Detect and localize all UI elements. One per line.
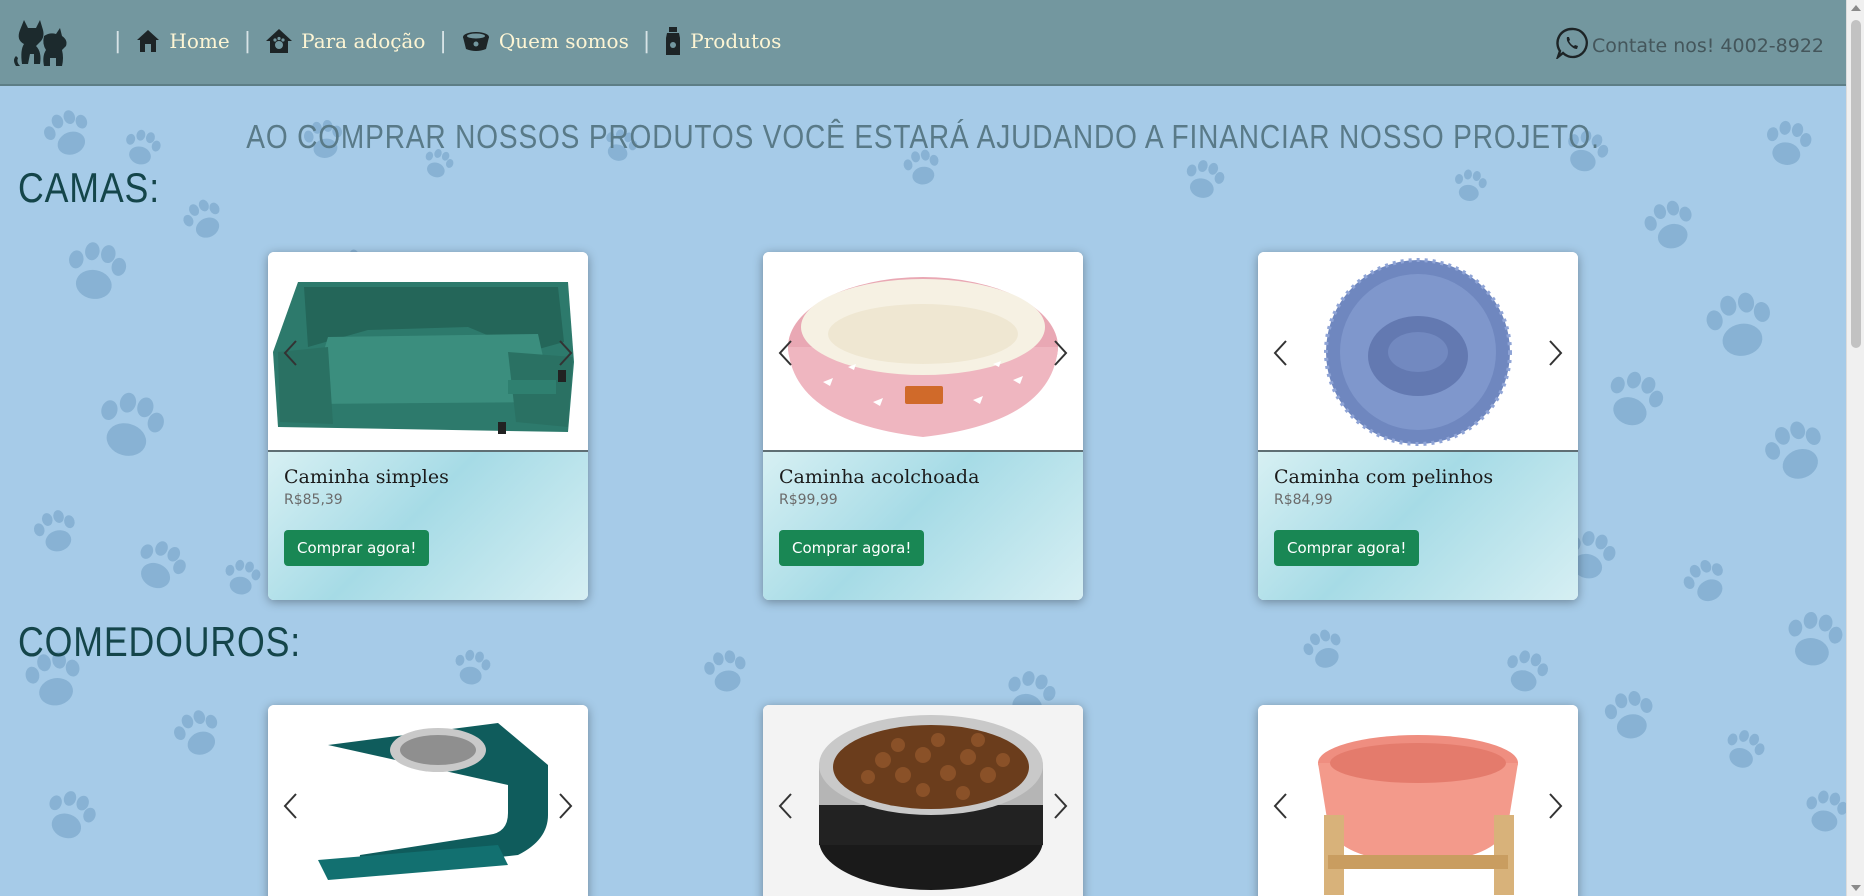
nav-item-home[interactable]: Home [135,28,230,54]
nav-item-produtos[interactable]: Produtos [664,26,781,56]
paw-print-icon [1767,120,1812,165]
buy-now-button[interactable]: Comprar agora! [1274,530,1420,566]
food-bowl-image [819,715,1043,890]
nav-item-para-adocao[interactable]: Para adoção [265,27,425,55]
paw-print-icon [69,242,127,299]
product-name: Caminha acolchoada [779,466,980,488]
carousel-prev-icon[interactable] [280,338,302,368]
product-price: R$84,99 [1274,492,1333,508]
nav-item-quem-somos[interactable]: Quem somos [461,29,629,53]
scroll-down-icon[interactable] [1851,885,1861,891]
product-card: Caminha simples R$85,39 Comprar agora! [268,252,588,600]
house-icon [135,28,161,54]
carousel-next-icon[interactable] [1049,338,1071,368]
paw-print-icon [1706,292,1770,356]
nav-separator: | [439,28,447,54]
product-carousel [268,252,588,452]
carousel-prev-icon[interactable] [1270,338,1292,368]
carousel-prev-icon[interactable] [775,791,797,821]
section-title-comedouros: COMEDOUROS: [18,618,302,665]
navbar: | Home | Para adoção | Quem somos | Prod… [0,0,1846,86]
paw-print-icon [44,110,88,155]
nav-item-label: Para adoção [301,29,426,53]
paw-print-icon [174,710,218,755]
green-stand-bowl-image [318,723,548,880]
card-body: Caminha acolchoada R$99,99 Comprar agora… [763,452,1083,600]
paw-print-icon [33,510,75,552]
nav-item-label: Quem somos [498,29,629,53]
buy-now-button[interactable]: Comprar agora! [284,530,430,566]
paw-print-icon [140,541,186,589]
product-carousel [268,705,588,896]
product-card [1258,705,1578,896]
product-price: R$99,99 [779,492,838,508]
contact-link[interactable]: Contate nos! 4002-8922 [1555,27,1824,64]
paw-print-icon [1604,690,1653,739]
paw-print-icon [1683,560,1723,602]
paw-print-icon [225,559,261,595]
buy-now-button[interactable]: Comprar agora! [779,530,925,566]
paw-print-icon [1186,160,1225,198]
page-scrollbar[interactable] [1846,0,1864,896]
carousel-prev-icon[interactable] [775,338,797,368]
card-body: Caminha simples R$85,39 Comprar agora! [268,452,588,600]
paw-print-icon [49,791,96,839]
nav-separator: | [243,28,252,54]
product-name: Caminha com pelinhos [1274,466,1494,488]
paw-print-icon [183,199,220,238]
nav-separator: | [114,28,122,54]
paw-print-icon [1455,169,1487,201]
paw-print-icon [1610,371,1664,426]
contact-text: Contate nos! 4002-8922 [1592,34,1824,57]
paw-print-icon [1806,790,1846,832]
scroll-thumb[interactable] [1851,20,1861,348]
nav-item-label: Produtos [690,29,782,53]
paw-print-icon [704,650,746,692]
product-price: R$85,39 [284,492,343,508]
product-carousel [1258,705,1578,896]
paw-print-icon [1727,730,1765,768]
paw-print-icon [1303,629,1341,668]
carousel-next-icon[interactable] [1544,791,1566,821]
carousel-next-icon[interactable] [1544,338,1566,368]
paw-print-icon [101,392,164,456]
scroll-up-icon[interactable] [1851,5,1861,11]
product-card: Caminha com pelinhos R$84,99 Comprar ago… [1258,252,1578,600]
bottle-icon [664,26,682,56]
nav-separator: | [642,28,651,54]
carousel-prev-icon[interactable] [280,791,302,821]
carousel-next-icon[interactable] [554,338,576,368]
card-body: Caminha com pelinhos R$84,99 Comprar ago… [1258,452,1578,600]
blue-fluffy-bed-image [1324,258,1512,446]
paw-print-icon [1765,421,1821,479]
product-carousel [763,252,1083,452]
pet-bowl-icon [461,29,491,53]
product-card [763,705,1083,896]
pink-bowl-wood-stand-image [1318,735,1518,895]
paw-print-icon [1507,650,1549,692]
carousel-prev-icon[interactable] [1270,791,1292,821]
product-name: Caminha simples [284,466,449,488]
product-card: Caminha acolchoada R$99,99 Comprar agora… [763,252,1083,600]
green-sofa-bed-image [273,282,574,434]
paw-print-icon [1644,200,1692,249]
cat-dog-logo-icon[interactable] [12,16,72,72]
product-carousel [1258,252,1578,452]
carousel-next-icon[interactable] [1049,791,1071,821]
pet-house-icon [265,27,293,55]
section-title-camas: CAMAS: [18,164,160,211]
carousel-next-icon[interactable] [554,791,576,821]
paw-print-icon [1788,611,1843,666]
paw-print-icon [455,649,491,685]
product-carousel [763,705,1083,896]
pink-padded-bed-image [788,277,1058,437]
whatsapp-icon [1555,27,1588,64]
banner-text: AO COMPRAR NOSSOS PRODUTOS VOCÊ ESTARÁ A… [246,118,1600,155]
nav-item-label: Home [169,29,230,53]
product-card [268,705,588,896]
